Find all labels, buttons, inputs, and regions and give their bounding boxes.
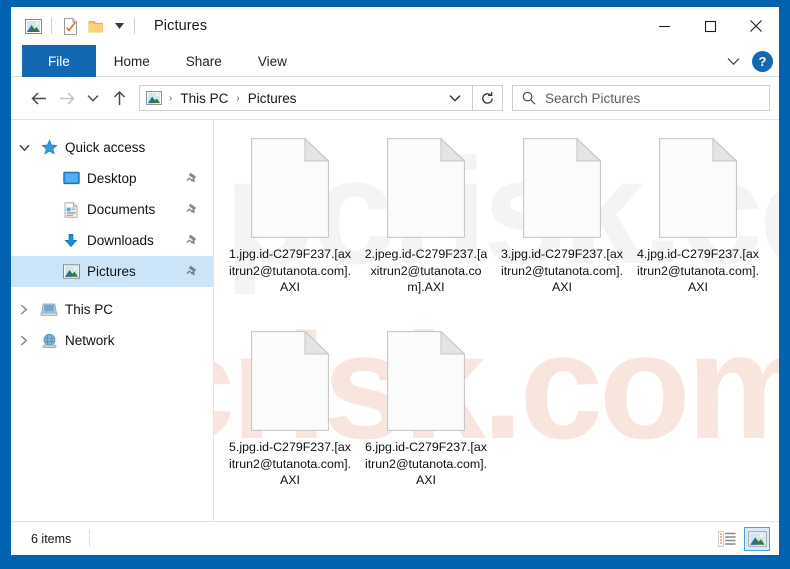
quick-access-toolbar (11, 13, 140, 39)
properties-icon[interactable] (57, 13, 83, 39)
pin-icon[interactable] (186, 234, 205, 247)
item-count-label: 6 items (31, 531, 72, 546)
address-bar: › This PC › Pictures Search Pictures (11, 77, 779, 119)
navigation-pane: Quick access Desktop Documents Downloads… (11, 120, 214, 521)
title-bar: Pictures (11, 7, 779, 45)
sidebar-label-quick-access: Quick access (65, 140, 146, 155)
customize-chevron-icon[interactable] (109, 13, 129, 39)
tab-view[interactable]: View (240, 45, 305, 77)
blank-file-icon (251, 137, 330, 238)
network-icon (37, 333, 61, 349)
window-controls (641, 7, 779, 45)
pin-icon[interactable] (186, 265, 205, 278)
sidebar-item-desktop[interactable]: Desktop (11, 163, 213, 194)
chevron-right-icon[interactable] (11, 304, 37, 315)
up-button[interactable] (105, 83, 133, 113)
minimize-button[interactable] (641, 7, 687, 45)
details-view-button[interactable] (714, 527, 740, 551)
status-bar: 6 items (11, 521, 779, 555)
sidebar-label-network: Network (65, 333, 115, 348)
sidebar-item-pictures[interactable]: Pictures (11, 256, 213, 287)
ribbon-right-controls: ? (721, 45, 773, 77)
downloads-icon (59, 233, 83, 249)
search-placeholder: Search Pictures (545, 90, 641, 106)
window-title: Pictures (154, 18, 208, 34)
breadcrumb-separator-0[interactable]: › (164, 93, 177, 104)
sidebar-label-desktop: Desktop (87, 171, 137, 186)
maximize-button[interactable] (687, 7, 733, 45)
breadcrumb-item-pictures[interactable]: Pictures (245, 91, 300, 106)
close-button[interactable] (733, 7, 779, 45)
tab-share[interactable]: Share (168, 45, 240, 77)
documents-icon (59, 201, 83, 218)
search-input[interactable]: Search Pictures (512, 85, 770, 111)
back-button[interactable] (25, 83, 53, 113)
file-name: 3.jpg.id-C279F237.[axitrun2@tutanota.com… (500, 247, 624, 294)
tab-file[interactable]: File (22, 45, 96, 77)
file-name: 1.jpg.id-C279F237.[axitrun2@tutanota.com… (228, 247, 352, 294)
pin-icon[interactable] (186, 172, 205, 185)
chevron-down-icon[interactable] (721, 48, 745, 74)
breadcrumb-dropdown-icon[interactable] (442, 94, 468, 103)
file-item[interactable]: 4.jpg.id-C279F237.[axitrun2@tutanota.com… (630, 130, 766, 323)
toolbar-separator-2 (134, 18, 135, 34)
view-toggle-group (714, 526, 770, 551)
file-item[interactable]: 5.jpg.id-C279F237.[axitrun2@tutanota.com… (222, 323, 358, 516)
sidebar-label-downloads: Downloads (87, 233, 154, 248)
file-name: 4.jpg.id-C279F237.[axitrun2@tutanota.com… (636, 247, 760, 294)
ribbon-tab-bar: File Home Share View ? (11, 45, 779, 77)
sidebar-item-documents[interactable]: Documents (11, 194, 213, 225)
breadcrumb-item-this-pc[interactable]: This PC (177, 91, 231, 106)
blank-file-icon (251, 330, 330, 431)
file-list-pane[interactable]: pcrisk.com pcrisk.com 1.jpg.id-C279F237.… (214, 120, 779, 521)
file-item[interactable]: 3.jpg.id-C279F237.[axitrun2@tutanota.com… (494, 130, 630, 323)
pin-icon[interactable] (186, 203, 205, 216)
file-name: 5.jpg.id-C279F237.[axitrun2@tutanota.com… (228, 440, 352, 487)
file-name: 6.jpg.id-C279F237.[axitrun2@tutanota.com… (364, 440, 488, 487)
pictures-icon (59, 264, 83, 279)
file-name: 2.jpeg.id-C279F237.[axitrun2@tutanota.co… (364, 247, 488, 294)
toolbar-separator (51, 18, 52, 34)
sidebar-label-this-pc: This PC (65, 302, 114, 317)
forward-button[interactable] (53, 83, 81, 113)
chevron-right-icon[interactable] (11, 335, 37, 346)
sidebar-item-this-pc[interactable]: This PC (11, 294, 213, 325)
desktop-icon (59, 171, 83, 186)
breadcrumb[interactable]: › This PC › Pictures (139, 85, 473, 111)
sidebar-item-downloads[interactable]: Downloads (11, 225, 213, 256)
blank-file-icon (523, 137, 602, 238)
sidebar-label-documents: Documents (87, 202, 156, 217)
refresh-button[interactable] (473, 85, 503, 111)
status-separator (89, 530, 91, 547)
breadcrumb-separator-1[interactable]: › (231, 93, 244, 104)
blank-file-icon (387, 330, 466, 431)
file-item[interactable]: 6.jpg.id-C279F237.[axitrun2@tutanota.com… (358, 323, 494, 516)
explorer-window: Pictures File Home Share View ? › This P… (11, 7, 779, 555)
file-grid: 1.jpg.id-C279F237.[axitrun2@tutanota.com… (214, 120, 779, 516)
pictures-icon[interactable] (20, 13, 46, 39)
sidebar-label-pictures: Pictures (87, 264, 136, 279)
search-icon (522, 91, 536, 105)
main-body: Quick access Desktop Documents Downloads… (11, 119, 779, 521)
chevron-down-icon[interactable] (11, 144, 37, 152)
computer-icon (37, 302, 61, 317)
file-item[interactable]: 1.jpg.id-C279F237.[axitrun2@tutanota.com… (222, 130, 358, 323)
large-icons-view-button[interactable] (744, 526, 770, 551)
file-item[interactable]: 2.jpeg.id-C279F237.[axitrun2@tutanota.co… (358, 130, 494, 323)
new-folder-icon[interactable] (83, 13, 109, 39)
breadcrumb-pictures-icon (146, 91, 162, 105)
blank-file-icon (387, 137, 466, 238)
tab-home[interactable]: Home (96, 45, 168, 77)
blank-file-icon (659, 137, 738, 238)
sidebar-item-network[interactable]: Network (11, 325, 213, 356)
help-icon[interactable]: ? (752, 50, 773, 72)
star-icon (37, 139, 61, 156)
sidebar-item-quick-access[interactable]: Quick access (11, 132, 213, 163)
recent-locations-button[interactable] (81, 83, 105, 113)
